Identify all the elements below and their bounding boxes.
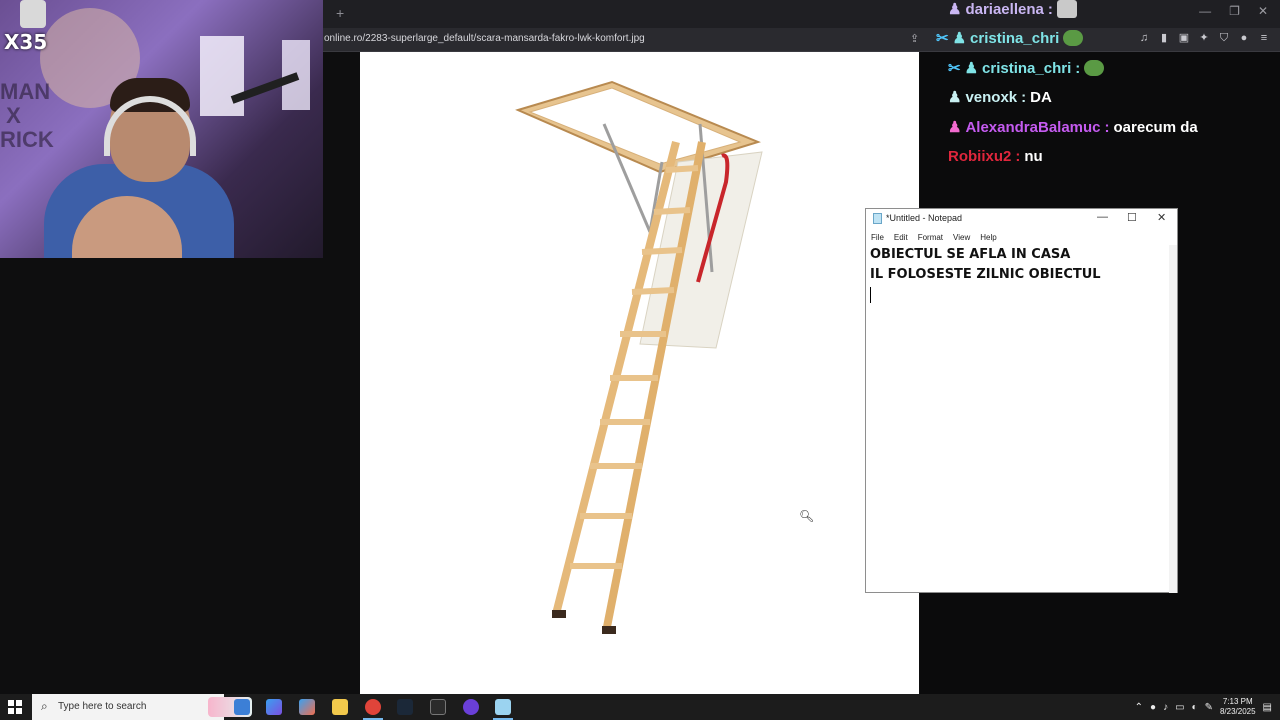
taskbar-search[interactable]: ⌕ Type here to search bbox=[32, 694, 252, 720]
avatar bbox=[20, 0, 46, 28]
background-window bbox=[200, 36, 244, 116]
new-tab-button[interactable]: + bbox=[336, 5, 344, 21]
notepad-title: *Untitled - Notepad bbox=[886, 213, 963, 223]
search-placeholder: Type here to search bbox=[58, 701, 147, 712]
sword-badge-icon: ✂ bbox=[936, 30, 949, 47]
task-view-icon[interactable] bbox=[234, 699, 250, 715]
search-icon: ⌕ bbox=[41, 699, 48, 713]
chat-colon: : bbox=[1021, 88, 1027, 106]
chat-text: nu bbox=[1024, 148, 1043, 165]
profile-icon[interactable]: ● bbox=[1238, 31, 1250, 45]
chat-colon: : bbox=[1104, 118, 1110, 136]
chat-user-icon: ♟ bbox=[964, 60, 979, 77]
chat-text: DA bbox=[1030, 88, 1052, 106]
chat-message: ♟ venoxk: DA bbox=[948, 88, 1052, 107]
notepad-title-bar[interactable]: *Untitled - Notepad — ☐ ✕ bbox=[866, 209, 1177, 229]
volume-icon[interactable]: ♪ bbox=[1163, 702, 1168, 713]
maximize-icon[interactable]: ☐ bbox=[1127, 211, 1137, 224]
chat-colon: : bbox=[1047, 0, 1053, 18]
sidebar-icon[interactable]: ▮ bbox=[1158, 31, 1170, 45]
clock-time: 7:13 PM bbox=[1222, 697, 1253, 706]
zoom-in-cursor-icon: 🔍︎ bbox=[799, 509, 815, 523]
system-tray: ⌃ ● ♪ ▭ ◐ ✎ 7:13 PM 8/23/2025 ▤ bbox=[1135, 694, 1272, 720]
emote-icon bbox=[1063, 30, 1084, 46]
chat-user-icon: ♟ bbox=[952, 30, 967, 47]
notepad-window[interactable]: *Untitled - Notepad — ☐ ✕ File Edit Form… bbox=[865, 208, 1178, 593]
chevron-up-icon[interactable]: ⌃ bbox=[1135, 702, 1143, 713]
chat-username: venoxk bbox=[965, 88, 1018, 106]
browser-app-icon[interactable] bbox=[365, 699, 381, 715]
text-line: IL FOLOSESTE ZILNIC OBIECTUL bbox=[870, 267, 1101, 282]
copilot-app-icon[interactable] bbox=[299, 699, 315, 715]
chat-message: ✂ ♟ cristina_chri bbox=[936, 29, 1084, 47]
microphone-icon[interactable]: ● bbox=[1150, 702, 1156, 713]
emote-icon bbox=[1056, 0, 1077, 18]
screen: + — ❐ ✕ online.ro/2283-superlarge_defaul… bbox=[0, 0, 1280, 720]
chat-username: cristina_chri bbox=[970, 29, 1060, 47]
url-text[interactable]: online.ro/2283-superlarge_default/scara-… bbox=[324, 33, 645, 44]
clock-date: 8/23/2025 bbox=[1219, 707, 1256, 716]
copilot-icon[interactable] bbox=[266, 699, 282, 715]
emote-icon bbox=[1084, 60, 1105, 76]
taskbar: ⌕ Type here to search ⌃ ● ♪ ▭ ◐ ✎ 7:13 P… bbox=[0, 694, 1280, 720]
chat-username: Robiixu2 bbox=[948, 148, 1012, 165]
menu-help[interactable]: Help bbox=[980, 233, 996, 242]
chat-username: dariaellena bbox=[965, 0, 1044, 18]
chat-message: Robiixu2: nu bbox=[948, 148, 1043, 165]
browser-toolbar: ♫ ▮ ▣ ✦ ⛉ ● ≡ bbox=[1138, 31, 1270, 45]
chat-colon: : bbox=[1075, 59, 1081, 77]
notepad-scrollbar[interactable] bbox=[1169, 245, 1177, 593]
menu-icon[interactable]: ≡ bbox=[1258, 31, 1270, 45]
window-controls: — ❐ ✕ bbox=[1199, 4, 1280, 18]
text-caret bbox=[870, 287, 871, 303]
chat-colon: : bbox=[1015, 148, 1021, 165]
speaker-icon[interactable]: ◐ bbox=[1192, 702, 1198, 713]
chat-user-icon: ♟ bbox=[948, 1, 962, 18]
poster-text: MAN X RICK bbox=[0, 79, 54, 152]
menu-view[interactable]: View bbox=[953, 233, 970, 242]
chat-message: ✂ ♟ cristina_chri: bbox=[948, 59, 1105, 77]
text-line: OBIECTUL SE AFLA IN CASA bbox=[870, 247, 1071, 262]
notepad-menu-bar: File Edit Format View Help bbox=[866, 229, 1177, 245]
minimize-icon[interactable]: — bbox=[1097, 211, 1108, 223]
windows-start-icon[interactable] bbox=[8, 700, 22, 714]
multiplier-badge: X35 bbox=[4, 30, 48, 54]
menu-file[interactable]: File bbox=[871, 233, 884, 242]
minimize-icon[interactable]: — bbox=[1199, 4, 1211, 18]
chat-user-icon: ♟ bbox=[948, 119, 962, 136]
notepad-icon bbox=[873, 213, 882, 224]
clock[interactable]: 7:13 PM 8/23/2025 bbox=[1220, 697, 1256, 717]
xbox-icon[interactable] bbox=[430, 699, 446, 715]
menu-edit[interactable]: Edit bbox=[894, 233, 908, 242]
wallet-icon[interactable]: ▣ bbox=[1178, 31, 1190, 45]
network-icon[interactable]: ▭ bbox=[1175, 702, 1184, 713]
webcam-overlay: MAN X RICK X35 bbox=[0, 0, 323, 258]
extension-icon[interactable]: ✦ bbox=[1198, 31, 1210, 45]
pen-icon[interactable]: ✎ bbox=[1205, 702, 1213, 713]
shield-icon[interactable]: ⛉ bbox=[1218, 31, 1230, 45]
menu-format[interactable]: Format bbox=[918, 233, 943, 242]
music-icon[interactable]: ♫ bbox=[1138, 31, 1150, 45]
notification-icon[interactable]: ▤ bbox=[1263, 702, 1272, 713]
restore-icon[interactable]: ❐ bbox=[1229, 4, 1240, 18]
steam-icon[interactable] bbox=[397, 699, 413, 715]
notepad-taskbar-icon[interactable] bbox=[495, 699, 511, 715]
chat-username: AlexandraBalamuc bbox=[965, 118, 1101, 136]
attic-ladder-image bbox=[515, 80, 763, 634]
chat-user-icon: ♟ bbox=[948, 89, 962, 106]
chat-text: oarecum da bbox=[1113, 118, 1198, 136]
sword-badge-icon: ✂ bbox=[948, 60, 961, 77]
discord-icon[interactable] bbox=[463, 699, 479, 715]
close-icon[interactable]: ✕ bbox=[1157, 211, 1166, 224]
share-icon[interactable]: ⇪ bbox=[910, 32, 919, 45]
file-explorer-icon[interactable] bbox=[332, 699, 348, 715]
close-icon[interactable]: ✕ bbox=[1258, 4, 1268, 18]
notepad-text-area[interactable]: OBIECTUL SE AFLA IN CASA IL FOLOSESTE ZI… bbox=[870, 245, 1170, 585]
chat-message: ♟ dariaellena: bbox=[948, 0, 1077, 18]
chat-username: cristina_chri bbox=[982, 59, 1072, 77]
chat-message: ♟ AlexandraBalamuc: oarecum da bbox=[948, 118, 1198, 137]
